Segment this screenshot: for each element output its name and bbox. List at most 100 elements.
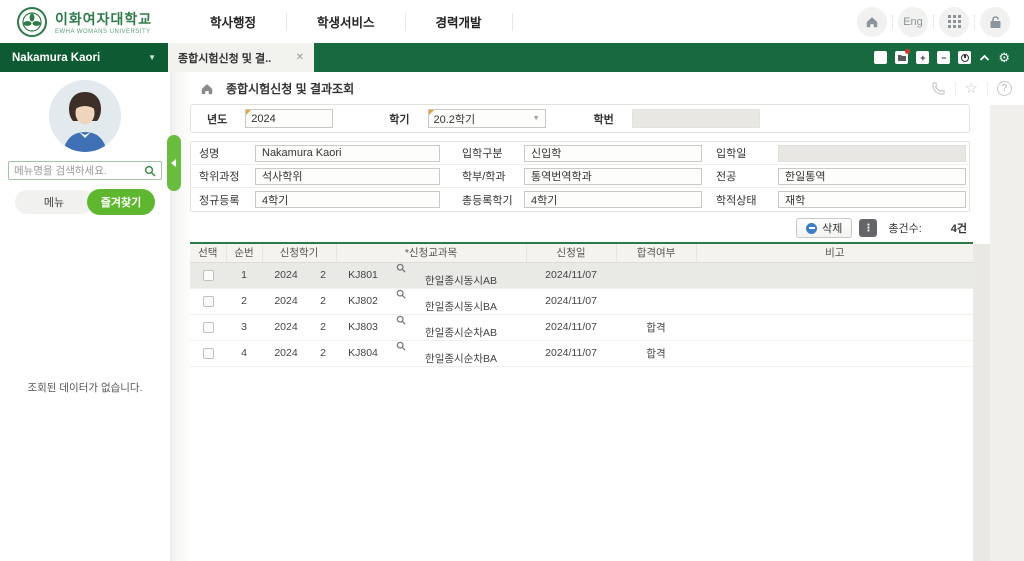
- sidebar-collapse-handle[interactable]: [167, 135, 181, 191]
- tab-close-icon[interactable]: ✕: [296, 52, 304, 63]
- nav-item-academic-affairs[interactable]: 학사행정: [180, 12, 286, 31]
- chevron-up-icon: [979, 54, 990, 62]
- course-search-icon[interactable]: [396, 289, 406, 299]
- tools-separator: [987, 83, 988, 95]
- info-row-3: 정규등록 4학기 총등록학기 4학기 학적상태 재학: [191, 188, 969, 211]
- row-no: 3: [226, 314, 262, 340]
- logo-title: 이화여자대학교: [55, 9, 152, 29]
- year-input[interactable]: [245, 109, 333, 128]
- language-toggle-button[interactable]: Eng: [898, 7, 928, 37]
- settings-gear-icon[interactable]: ⚙: [998, 51, 1010, 64]
- search-icon[interactable]: [144, 165, 156, 177]
- lock-icon: [989, 15, 1002, 29]
- collapse-up-button[interactable]: [979, 54, 990, 62]
- logo-text: 이화여자대학교 EWHA WOMANS UNIVERSITY: [55, 9, 152, 35]
- main-content: 종합시험신청 및 결과조회 ☆ ? 년도 학기: [190, 72, 1024, 561]
- col-semester: 신청학기: [262, 244, 336, 262]
- menu-search-box: [8, 161, 162, 180]
- home-button[interactable]: [857, 7, 887, 37]
- delete-button[interactable]: 삭제: [796, 218, 852, 238]
- department-value: 통역번역학과: [524, 168, 702, 185]
- table-row[interactable]: 3 2024 2 KJ803 한일종시순차AB 2024/11/07 합격: [190, 314, 973, 340]
- grid-scrollbar[interactable]: [973, 244, 990, 561]
- exam-application-table: 선택 순번 신청학기 *신청교과목 신청일 합격여부 비고 1 2024 2: [190, 244, 973, 367]
- user-dropdown[interactable]: Nakamura Kaori ▼: [0, 43, 168, 72]
- lock-logout-button[interactable]: [980, 7, 1010, 37]
- row-no: 2: [226, 288, 262, 314]
- row-course-name: 한일종시순차AB: [390, 314, 526, 340]
- row-date: 2024/11/07: [526, 340, 616, 366]
- grid-options-button[interactable]: ⋮: [859, 219, 877, 237]
- row-remark: [696, 262, 973, 288]
- nav-item-student-services[interactable]: 학생서비스: [287, 12, 405, 31]
- breadcrumb-home-icon[interactable]: [200, 82, 214, 95]
- chevron-down-icon: ▼: [533, 115, 540, 122]
- tab-comprehensive-exam[interactable]: 종합시험신청 및 결.. ✕: [168, 43, 314, 72]
- zoom-in-button[interactable]: +: [916, 51, 929, 64]
- name-value: Nakamura Kaori: [255, 145, 440, 162]
- course-search-icon[interactable]: [396, 315, 406, 325]
- nav-item-career-development[interactable]: 경력개발: [406, 12, 512, 31]
- row-date: 2024/11/07: [526, 288, 616, 314]
- row-pass: [616, 262, 696, 288]
- sidebar-tabs: 메뉴 즐겨찾기: [0, 189, 170, 215]
- row-course-name: 한일종시동시BA: [390, 288, 526, 314]
- delete-button-label: 삭제: [822, 220, 842, 236]
- enrollment-status-value: 재학: [778, 191, 966, 208]
- col-no: 순번: [226, 244, 262, 262]
- regular-registration-value: 4학기: [255, 191, 440, 208]
- row-year: 2024: [262, 262, 310, 288]
- col-pass-status: 합격여부: [616, 244, 696, 262]
- course-search-icon[interactable]: [396, 263, 406, 273]
- row-pass: 합격: [616, 340, 696, 366]
- alert-badge: [905, 49, 910, 54]
- row-pass: [616, 288, 696, 314]
- home-icon: [865, 15, 879, 29]
- clock-icon: [961, 54, 969, 62]
- row-course-name: 한일종시동시AB: [390, 262, 526, 288]
- page-tools: ☆ ?: [931, 81, 1012, 96]
- menu-search-input[interactable]: [14, 165, 144, 177]
- folder-icon: [898, 54, 906, 61]
- university-logo[interactable]: 이화여자대학교 EWHA WOMANS UNIVERSITY: [16, 6, 166, 38]
- favorite-star-icon[interactable]: ☆: [965, 81, 978, 96]
- favorites-tab-button[interactable]: 즐겨찾기: [87, 189, 155, 215]
- zoom-out-button[interactable]: −: [937, 51, 950, 64]
- row-no: 1: [226, 262, 262, 288]
- col-course: *신청교과목: [336, 244, 526, 262]
- table-row[interactable]: 4 2024 2 KJ804 한일종시순차BA 2024/11/07 합격: [190, 340, 973, 366]
- row-sem: 2: [310, 262, 336, 288]
- year-label: 년도: [207, 111, 227, 127]
- student-info-form: 성명 Nakamura Kaori 입학구분 신입학 입학일 학위과정 석사학위…: [190, 141, 970, 212]
- row-checkbox[interactable]: [203, 348, 214, 359]
- help-icon[interactable]: ?: [997, 81, 1012, 96]
- user-name: Nakamura Kaori: [12, 52, 148, 64]
- course-search-icon[interactable]: [396, 341, 406, 351]
- history-button[interactable]: [958, 51, 971, 64]
- regular-registration-label: 정규등록: [199, 192, 255, 208]
- semester-select[interactable]: 20.2학기 ▼: [428, 109, 546, 128]
- student-id-input: [632, 109, 760, 128]
- folder-alert-button[interactable]: [895, 51, 908, 64]
- col-select: 선택: [190, 244, 226, 262]
- row-sem: 2: [310, 314, 336, 340]
- row-course-name: 한일종시순차BA: [390, 340, 526, 366]
- row-sem: 2: [310, 288, 336, 314]
- table-row[interactable]: 2 2024 2 KJ802 한일종시동시BA 2024/11/07: [190, 288, 973, 314]
- row-course-code: KJ801: [336, 262, 390, 288]
- page-title: 종합시험신청 및 결과조회: [226, 80, 354, 97]
- avatar: [49, 80, 121, 152]
- chevron-down-icon: ▼: [148, 53, 156, 62]
- enrollment-status-label: 학적상태: [716, 192, 778, 208]
- app-grid-button[interactable]: [939, 7, 969, 37]
- major-value: 한일통역: [778, 168, 966, 185]
- menu-tab-button[interactable]: 메뉴: [15, 190, 93, 214]
- phone-icon[interactable]: [931, 81, 946, 96]
- row-checkbox[interactable]: [203, 270, 214, 281]
- row-course-code: KJ803: [336, 314, 390, 340]
- row-checkbox[interactable]: [203, 296, 214, 307]
- table-row[interactable]: 1 2024 2 KJ801 한일종시동시AB 2024/11/07: [190, 262, 973, 288]
- tab-bar: Nakamura Kaori ▼ 종합시험신청 및 결.. ✕ + −: [0, 43, 1024, 72]
- window-icon[interactable]: [874, 51, 887, 64]
- row-checkbox[interactable]: [203, 322, 214, 333]
